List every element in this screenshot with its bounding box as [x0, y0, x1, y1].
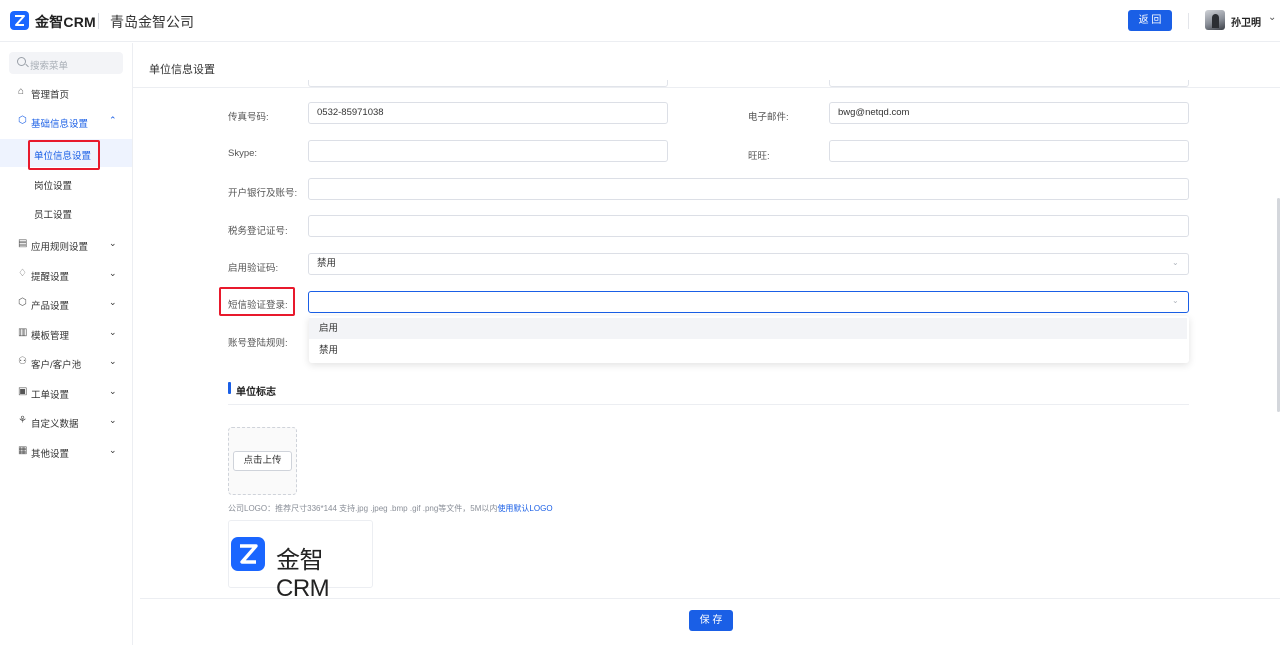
skype-field[interactable] — [308, 140, 668, 162]
user-avatar[interactable] — [1205, 10, 1225, 30]
sidebar-item-label: 模板管理 — [31, 331, 70, 342]
dropdown-option-enable[interactable]: 启用 — [309, 318, 1187, 339]
sidebar-item-label: 管理首页 — [31, 90, 70, 101]
chevron-down-icon: ⌄ — [109, 297, 117, 307]
work-order-icon: ▣ — [18, 386, 28, 397]
use-default-logo-link[interactable]: 使用默认LOGO — [497, 504, 552, 513]
email-label: 电子邮件: — [748, 112, 789, 123]
chevron-down-icon: ⌄ — [109, 415, 117, 425]
sidebar-item-label: 客户/客户池 — [31, 360, 82, 371]
logo-hint-text: 公司LOGO：推荐尺寸336*144 支持.jpg .jpeg .bmp .gi… — [228, 504, 498, 513]
sidebar-item-label: 其他设置 — [31, 449, 70, 460]
annotation-highlight-box — [28, 140, 100, 170]
chevron-down-icon: ⌄ — [1172, 258, 1179, 267]
sidebar-item-basic-info[interactable]: ⬡ 基础信息设置 ⌃ — [0, 108, 132, 134]
captcha-label: 启用验证码: — [228, 263, 279, 274]
wangwang-label: 旺旺: — [748, 151, 770, 162]
save-button[interactable]: 保 存 — [689, 610, 733, 631]
custom-data-icon: ⚘ — [18, 415, 27, 426]
sidebar-subitem-label: 员工设置 — [34, 210, 73, 221]
chevron-down-icon: ⌄ — [109, 445, 117, 455]
sidebar-subitem-positions[interactable]: 岗位设置 — [0, 169, 132, 197]
sidebar-subitem-label: 岗位设置 — [34, 181, 73, 192]
section-divider — [228, 404, 1189, 405]
chevron-up-icon: ⌃ — [109, 115, 117, 125]
brand-logo-icon — [231, 537, 265, 571]
dropdown-option-disable[interactable]: 禁用 — [309, 340, 1187, 361]
document-icon: ▤ — [18, 238, 28, 249]
email-field[interactable]: bwg@netqd.com — [829, 102, 1189, 124]
skype-label: Skype: — [228, 148, 258, 159]
sidebar-item-home[interactable]: ⌂ 管理首页 — [0, 79, 132, 105]
chevron-down-icon: ⌄ — [109, 386, 117, 396]
bell-icon: ♢ — [18, 268, 27, 279]
sidebar-item-label: 基础信息设置 — [31, 119, 89, 130]
logo-hint: 公司LOGO：推荐尺寸336*144 支持.jpg .jpeg .bmp .gi… — [228, 503, 553, 514]
sidebar-item-label: 产品设置 — [31, 301, 70, 312]
chevron-down-icon: ⌄ — [109, 356, 117, 366]
section-title: 单位标志 — [236, 387, 276, 398]
back-button[interactable]: 返 回 — [1128, 10, 1172, 31]
company-name: 青岛金智公司 — [110, 14, 194, 30]
sidebar-item-app-rules[interactable]: ▤ 应用规则设置 ⌄ — [0, 231, 132, 257]
chevron-down-icon: ⌄ — [109, 268, 117, 278]
title-divider — [133, 87, 1280, 88]
input-field-cutoff — [829, 80, 1189, 87]
page-title: 单位信息设置 — [149, 64, 215, 76]
account-rule-label: 账号登陆规则: — [228, 338, 288, 349]
fax-field[interactable]: 0532-85971038 — [308, 102, 668, 124]
footer-divider — [140, 598, 1280, 599]
sidebar-item-other-settings[interactable]: ▦ 其他设置 ⌄ — [0, 438, 132, 464]
wangwang-field[interactable] — [829, 140, 1189, 162]
bank-account-label: 开户银行及账号: — [228, 188, 298, 199]
tax-number-label: 税务登记证号: — [228, 226, 288, 237]
chevron-down-icon: ⌄ — [109, 238, 117, 248]
app-name: 金智CRM — [35, 14, 96, 30]
sidebar-item-reminders[interactable]: ♢ 提醒设置 ⌄ — [0, 261, 132, 287]
grid-icon: ▦ — [18, 445, 28, 456]
chevron-down-icon: ⌄ — [109, 327, 117, 337]
search-placeholder: 搜索菜单 — [30, 61, 69, 72]
home-icon: ⌂ — [18, 86, 25, 97]
annotation-highlight-box — [219, 287, 295, 316]
section-marker — [228, 382, 231, 394]
sidebar-item-custom-data[interactable]: ⚘ 自定义数据 ⌄ — [0, 408, 132, 434]
input-field-cutoff — [308, 80, 668, 87]
fax-label: 传真号码: — [228, 112, 269, 123]
template-icon: ▥ — [18, 327, 28, 338]
cube-icon: ⬡ — [18, 115, 27, 126]
search-icon — [17, 57, 26, 66]
menu-search-input[interactable]: 搜索菜单 — [9, 52, 123, 74]
logo-preview-name: 金智CRM — [276, 547, 330, 602]
sidebar-item-label: 应用规则设置 — [31, 242, 89, 253]
chevron-down-icon[interactable]: ⌄ — [1268, 12, 1276, 23]
upload-button[interactable]: 点击上传 — [233, 451, 292, 471]
logo-preview: 金智CRM — [228, 520, 373, 602]
product-icon: ⬡ — [18, 297, 27, 308]
topbar-divider — [98, 13, 99, 29]
sidebar-item-label: 工单设置 — [31, 390, 70, 401]
sms-login-select[interactable] — [308, 291, 1189, 313]
user-name[interactable]: 孙卫明 — [1231, 14, 1261, 29]
sms-login-dropdown: 启用 禁用 — [309, 316, 1189, 363]
sidebar-item-label: 提醒设置 — [31, 272, 70, 283]
sidebar-item-customers[interactable]: ⚇ 客户/客户池 ⌄ — [0, 349, 132, 375]
bank-account-field[interactable] — [308, 178, 1189, 200]
captcha-select[interactable]: 禁用 — [308, 253, 1189, 275]
sidebar-item-templates[interactable]: ▥ 模板管理 ⌄ — [0, 320, 132, 346]
customers-icon: ⚇ — [18, 356, 27, 367]
app-logo-icon — [10, 11, 29, 30]
top-bar: 金智CRM 青岛金智公司 返 回 孙卫明 ⌄ — [0, 0, 1280, 42]
sidebar: 搜索菜单 ⌂ 管理首页 ⬡ 基础信息设置 ⌃ 单位信息设置 岗位设置 员工设置 … — [0, 43, 133, 645]
sidebar-item-label: 自定义数据 — [31, 419, 79, 430]
topbar-divider-right — [1188, 13, 1189, 29]
chevron-down-icon: ⌄ — [1172, 296, 1179, 305]
sidebar-subitem-employees[interactable]: 员工设置 — [0, 198, 132, 226]
tax-number-field[interactable] — [308, 215, 1189, 237]
sidebar-item-products[interactable]: ⬡ 产品设置 ⌄ — [0, 290, 132, 316]
sidebar-item-work-orders[interactable]: ▣ 工单设置 ⌄ — [0, 379, 132, 405]
